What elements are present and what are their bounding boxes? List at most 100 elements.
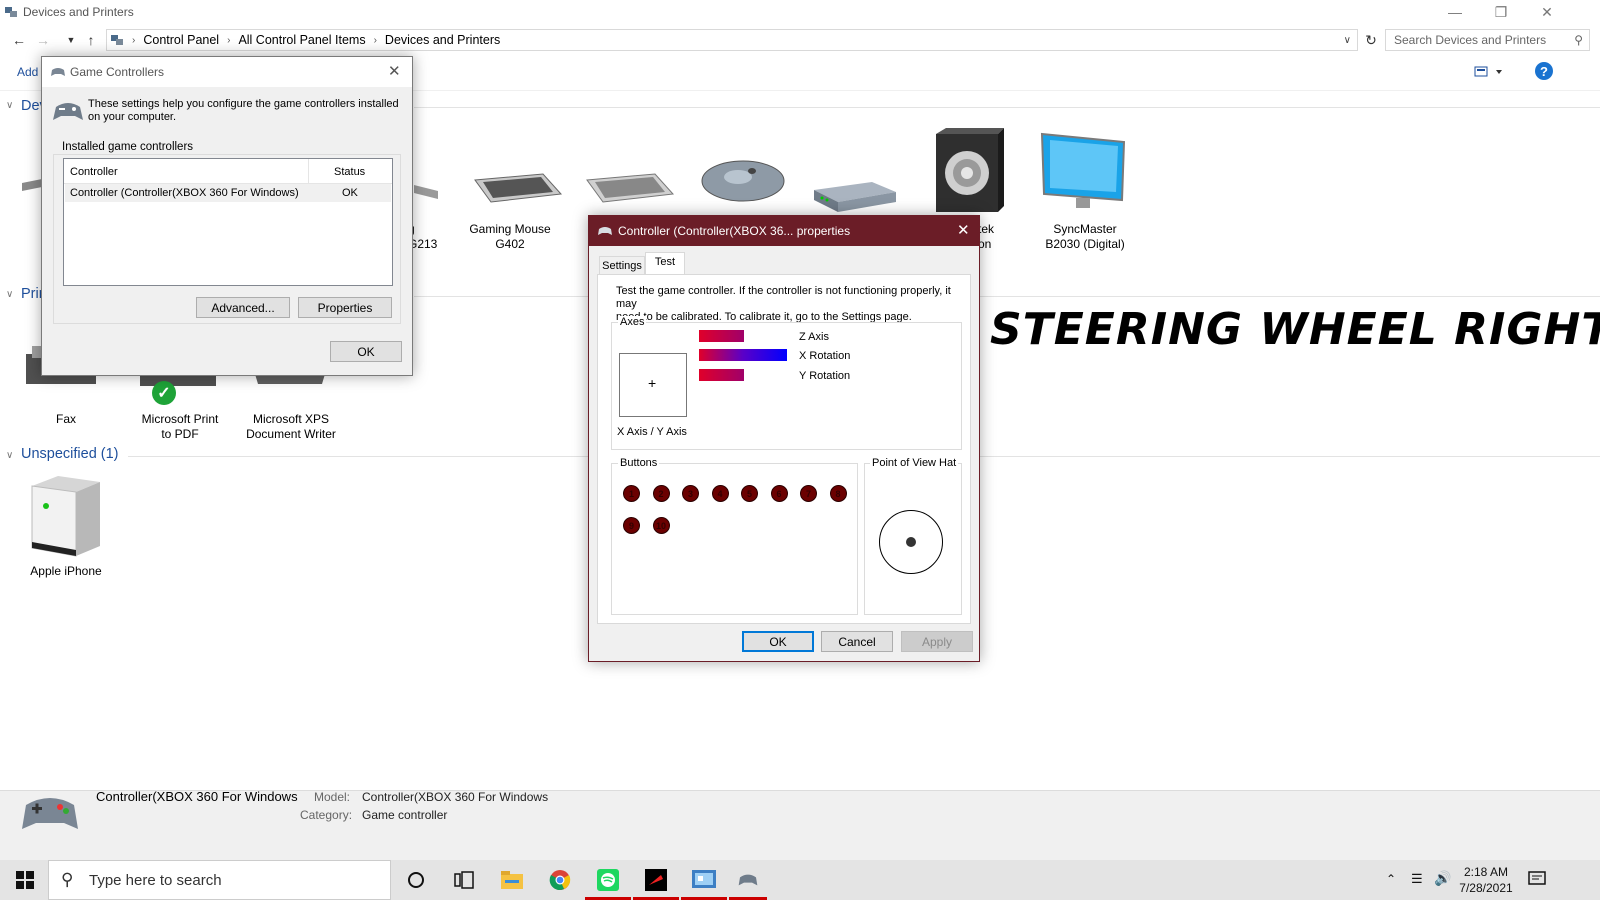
keyboard-icon [585, 172, 675, 207]
device-label-tek[interactable]: tek on [978, 222, 1018, 252]
recent-dropdown-button[interactable]: ▼ [60, 30, 82, 50]
keyboard-icon [22, 175, 42, 196]
breadcrumb-control-panel[interactable]: Control Panel [143, 33, 219, 47]
z-axis-bar-track [699, 330, 787, 342]
game-controllers-taskbar-icon[interactable] [729, 860, 767, 900]
printer-label-xps[interactable]: Microsoft XPS Document Writer [236, 412, 346, 442]
network-icon[interactable]: ☰ [1411, 871, 1423, 887]
file-explorer-icon[interactable] [489, 860, 535, 900]
game-app-icon[interactable] [633, 860, 679, 900]
spotify-icon[interactable] [585, 860, 631, 900]
controllers-list[interactable]: Controller Status Controller (Controller… [63, 158, 393, 286]
device-label-syncmaster[interactable]: SyncMaster B2030 (Digital) [1030, 222, 1140, 252]
device-label-gaming-mouse[interactable]: Gaming Mouse G402 [460, 222, 560, 252]
axes-label: Axes [618, 316, 647, 328]
button-indicator-8: 8 [829, 485, 847, 502]
tab-test[interactable]: Test [645, 252, 685, 274]
breadcrumb-all-items[interactable]: All Control Panel Items [238, 33, 365, 47]
add-device-button[interactable]: Add [17, 65, 38, 79]
address-dropdown-icon[interactable]: ∨ [1344, 35, 1351, 46]
printer-label-pdf[interactable]: Microsoft Print to PDF [130, 412, 230, 442]
xy-axis-label: X Axis / Y Axis [617, 426, 687, 438]
dialog-close-button[interactable]: ✕ [957, 221, 970, 239]
clock[interactable]: 2:18 AM 7/28/2021 [1450, 864, 1522, 896]
device-label-iphone[interactable]: Apple iPhone [16, 564, 116, 579]
dialog-title: Controller (Controller(XBOX 36... proper… [618, 224, 851, 238]
controller-properties-dialog: Controller (Controller(XBOX 36... proper… [588, 215, 980, 662]
device-label-g213[interactable]: g G213 [408, 222, 448, 252]
volume-icon[interactable]: 🔊 [1434, 870, 1451, 887]
ok-button[interactable]: OK [330, 341, 402, 362]
devices-printers-icon [4, 5, 18, 22]
chevron-down-icon[interactable]: ∨ [6, 100, 13, 111]
dialog-title-bar: Controller (Controller(XBOX 36... proper… [589, 216, 979, 246]
search-input[interactable]: Search Devices and Printers ⚲ [1385, 29, 1590, 51]
group-unspecified-header[interactable]: Unspecified (1) [21, 446, 119, 462]
button-indicator-4: 4 [711, 485, 729, 502]
default-check-icon: ✓ [152, 381, 176, 405]
router-icon [812, 178, 898, 217]
search-placeholder: Search Devices and Printers [1394, 33, 1547, 47]
advanced-button[interactable]: Advanced... [196, 297, 290, 318]
ok-button[interactable]: OK [742, 631, 814, 652]
forward-button[interactable]: → [32, 30, 54, 50]
location-icon [110, 33, 124, 47]
apply-button[interactable]: Apply [901, 631, 973, 652]
breadcrumb-devices-printers[interactable]: Devices and Printers [385, 33, 500, 47]
keyboard-icon [473, 172, 563, 207]
chevron-right-icon: › [132, 34, 136, 46]
gamepad-icon [597, 225, 613, 240]
xy-axis-box: + [619, 353, 687, 417]
details-device-name: Controller(XBOX 360 For Windows [96, 789, 298, 804]
x-rotation-label: X Rotation [799, 350, 851, 362]
help-icon[interactable]: ? [1535, 62, 1553, 80]
up-button[interactable]: ↑ [80, 30, 102, 50]
chevron-down-icon[interactable]: ∨ [6, 289, 13, 300]
view-options-icon[interactable] [1474, 65, 1504, 82]
table-row[interactable]: Controller (Controller(XBOX 360 For Wind… [65, 184, 391, 202]
start-button[interactable] [2, 860, 48, 900]
dialog-title: Game Controllers [70, 65, 165, 79]
window-title: Devices and Printers [23, 5, 134, 19]
details-category-value: Game controller [362, 808, 448, 822]
refresh-button[interactable]: ↻ [1360, 30, 1382, 50]
show-hidden-icons-chevron-up-icon[interactable]: ⌃ [1386, 872, 1396, 886]
taskbar-search-placeholder: Type here to search [89, 872, 222, 889]
cancel-button[interactable]: Cancel [821, 631, 893, 652]
taskbar-search-input[interactable]: ⚲ Type here to search [48, 860, 391, 900]
crosshair-icon: + [648, 375, 657, 391]
cortana-icon[interactable] [393, 860, 439, 900]
overlay-caption: STEERING WHEEL RIGHT [990, 304, 1600, 355]
clock-time: 2:18 AM [1463, 865, 1509, 879]
restore-button[interactable]: ❐ [1478, 0, 1524, 24]
details-model-key: Model: [314, 790, 351, 804]
button-indicator-9: 9 [623, 517, 640, 534]
taskbar: ⚲ Type here to search ⌃ ☰ 🔊 2:18 AM 7/28… [0, 860, 1600, 900]
chevron-down-icon[interactable]: ∨ [6, 450, 13, 461]
close-button[interactable]: ✕ [1524, 0, 1570, 24]
button-indicator-1: 1 [623, 485, 640, 502]
tab-settings[interactable]: Settings [599, 256, 645, 275]
button-indicator-5: 5 [741, 485, 758, 502]
chrome-icon[interactable] [537, 860, 583, 900]
col-controller-header[interactable]: Controller [70, 166, 118, 178]
dialog-close-button[interactable]: ✕ [388, 62, 401, 80]
button-indicator-3: 3 [682, 485, 699, 502]
col-status-header[interactable]: Status [334, 166, 365, 178]
properties-button[interactable]: Properties [298, 297, 392, 318]
action-center-icon[interactable] [1528, 871, 1546, 890]
back-button[interactable]: ← [8, 30, 30, 50]
minimize-button[interactable]: — [1432, 0, 1478, 24]
list-header: Controller Status [64, 159, 392, 184]
pov-hat-label: Point of View Hat [870, 457, 959, 469]
test-description-line: Test the game controller. If the control… [616, 285, 951, 310]
control-panel-icon[interactable] [681, 860, 727, 900]
test-description: Test the game controller. If the control… [616, 285, 966, 324]
speaker-icon [932, 128, 1006, 217]
keyboard-icon [414, 183, 442, 206]
printer-label-fax[interactable]: Fax [16, 412, 116, 427]
pov-hat-indicator [906, 537, 916, 547]
task-view-icon[interactable] [441, 860, 487, 900]
group-divider [414, 107, 1600, 108]
address-bar[interactable]: › Control Panel › All Control Panel Item… [106, 29, 1358, 51]
